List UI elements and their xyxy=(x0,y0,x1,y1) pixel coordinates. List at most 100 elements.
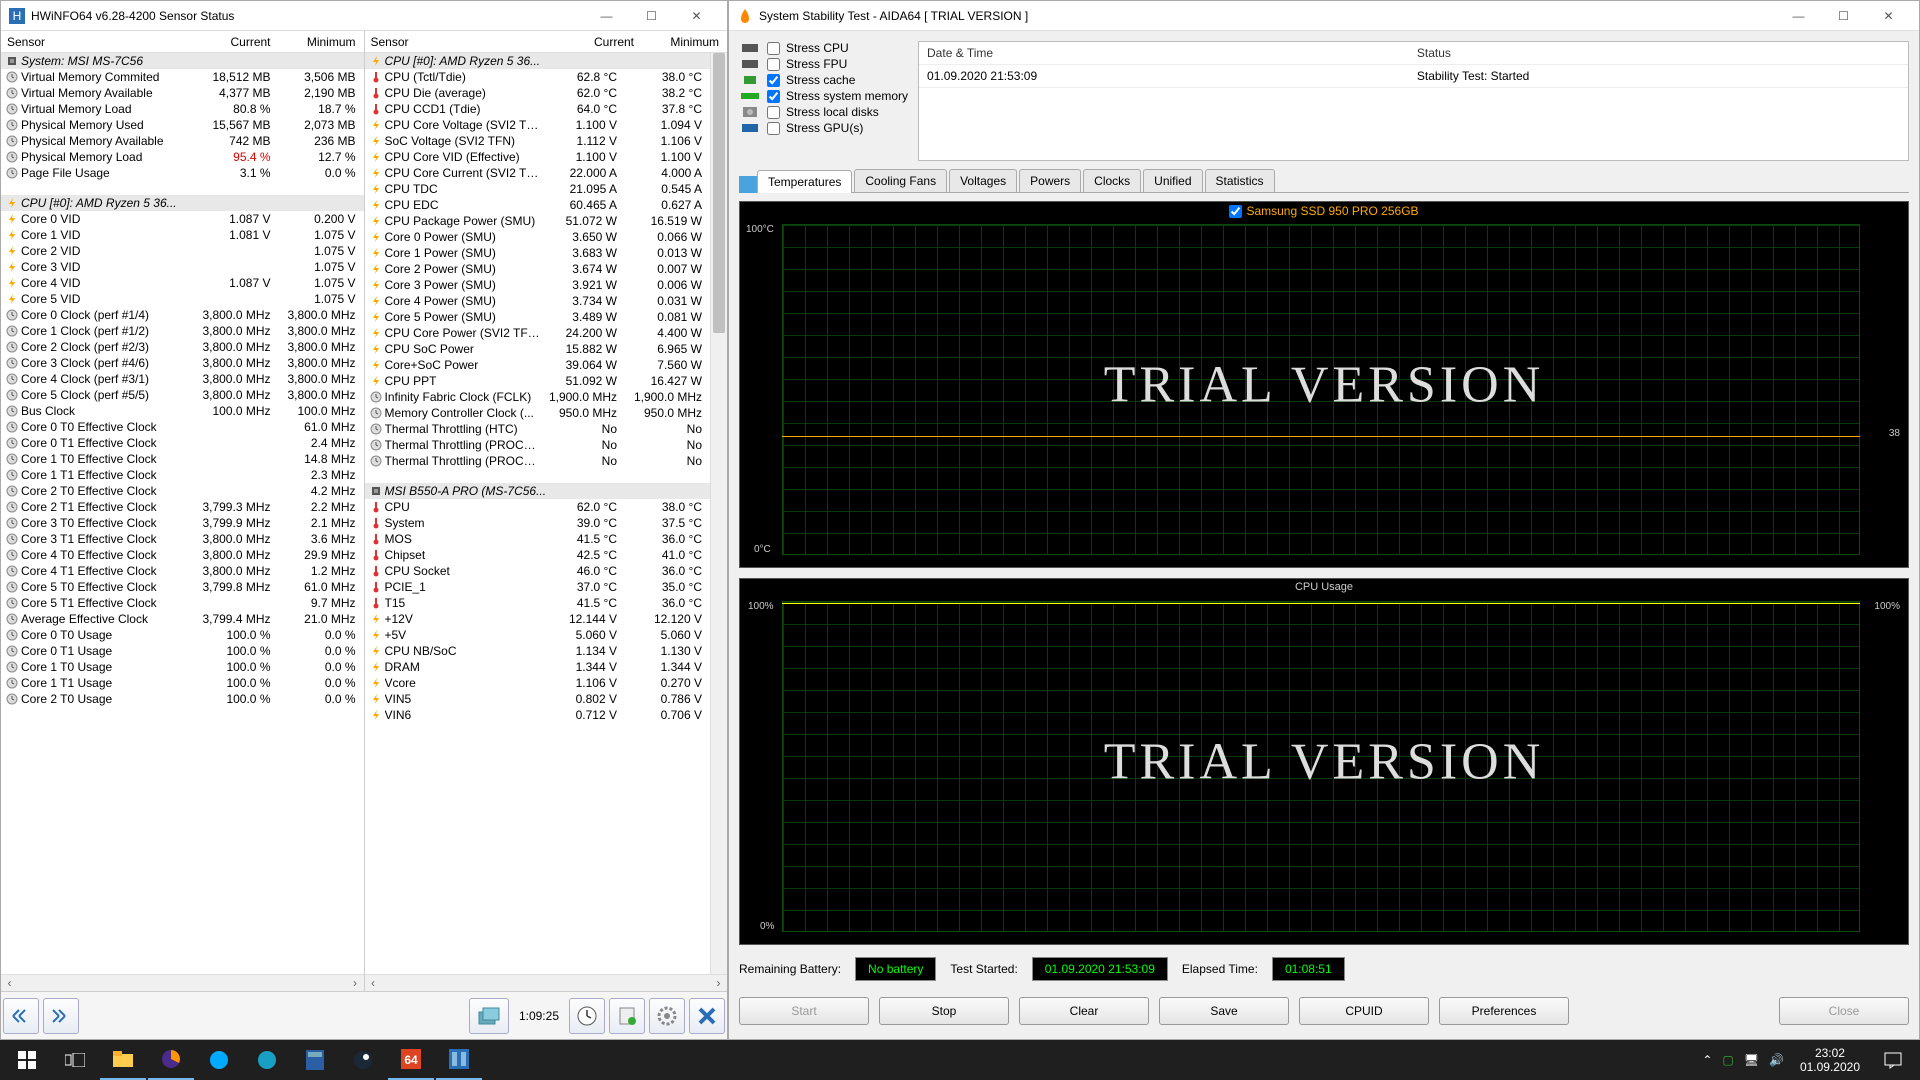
vscroll[interactable] xyxy=(710,53,727,974)
save-button[interactable]: Save xyxy=(1159,997,1289,1025)
sensor-row[interactable]: Core 4 Power (SMU)3.734 W0.031 W xyxy=(365,293,711,309)
sensor-row[interactable]: DRAM1.344 V1.344 V xyxy=(365,659,711,675)
save-button[interactable] xyxy=(609,998,645,1034)
log-button[interactable] xyxy=(469,998,509,1034)
sensor-row[interactable]: CPU Core Current (SVI2 TF...22.000 A4.00… xyxy=(365,165,711,181)
stress-checkbox[interactable] xyxy=(767,90,780,103)
sensor-row[interactable]: Virtual Memory Commited18,512 MB3,506 MB xyxy=(1,69,364,85)
sensor-row[interactable]: Core 1 T1 Usage100.0 %0.0 % xyxy=(1,675,364,691)
sensor-row[interactable]: Thermal Throttling (PROCH...NoNo xyxy=(365,437,711,453)
tray-onedrive-icon[interactable]: ▢ xyxy=(1722,1053,1733,1067)
sensor-row[interactable]: CPU NB/SoC1.134 V1.130 V xyxy=(365,643,711,659)
taskbar-clock[interactable]: 23:02 01.09.2020 xyxy=(1792,1046,1868,1075)
hscroll[interactable]: ‹› xyxy=(1,974,364,991)
sensor-row[interactable]: Thermal Throttling (HTC)NoNo xyxy=(365,421,711,437)
sensor-row[interactable]: Core 4 T1 Effective Clock3,800.0 MHz1.2 … xyxy=(1,563,364,579)
series-checkbox[interactable] xyxy=(1229,205,1242,218)
sensor-row[interactable]: Core 1 T1 Effective Clock2.3 MHz xyxy=(1,467,364,483)
tab-clocks[interactable]: Clocks xyxy=(1083,169,1141,192)
hwinfo-taskbar-icon[interactable] xyxy=(436,1040,482,1080)
firefox-icon[interactable] xyxy=(148,1040,194,1080)
tab-voltages[interactable]: Voltages xyxy=(949,169,1017,192)
skype-icon[interactable] xyxy=(196,1040,242,1080)
sensor-row[interactable]: VIN50.802 V0.786 V xyxy=(365,691,711,707)
maximize-button[interactable]: ☐ xyxy=(629,1,674,31)
tab-temperatures[interactable]: Temperatures xyxy=(757,170,852,193)
sensor-row[interactable]: Core 3 Power (SMU)3.921 W0.006 W xyxy=(365,277,711,293)
sensor-group[interactable]: CPU [#0]: AMD Ryzen 5 36... xyxy=(365,53,711,69)
sensor-row[interactable]: +12V12.144 V12.120 V xyxy=(365,611,711,627)
stress-checkbox[interactable] xyxy=(767,74,780,87)
sensor-row[interactable]: Memory Controller Clock (...950.0 MHz950… xyxy=(365,405,711,421)
sensor-row[interactable]: Virtual Memory Load80.8 %18.7 % xyxy=(1,101,364,117)
tab-powers[interactable]: Powers xyxy=(1019,169,1081,192)
sensor-row[interactable]: Core 0 Power (SMU)3.650 W0.066 W xyxy=(365,229,711,245)
sensor-row[interactable]: Core 1 T0 Effective Clock14.8 MHz xyxy=(1,451,364,467)
sensor-group[interactable]: CPU [#0]: AMD Ryzen 5 36... xyxy=(1,195,364,211)
sensor-row[interactable]: Core 4 T0 Effective Clock3,800.0 MHz29.9… xyxy=(1,547,364,563)
sensor-row[interactable]: CPU Core Voltage (SVI2 TF...1.100 V1.094… xyxy=(365,117,711,133)
close-dlg-button[interactable]: Close xyxy=(1779,997,1909,1025)
sensor-group[interactable]: MSI B550-A PRO (MS-7C56... xyxy=(365,483,711,499)
tray-volume-icon[interactable]: 🔊 xyxy=(1769,1053,1784,1067)
start-button[interactable] xyxy=(4,1040,50,1080)
preferences-button[interactable]: Preferences xyxy=(1439,997,1569,1025)
sensor-row[interactable]: Average Effective Clock3,799.4 MHz21.0 M… xyxy=(1,611,364,627)
stress-checkbox[interactable] xyxy=(767,42,780,55)
sensor-row[interactable]: VIN60.712 V0.706 V xyxy=(365,707,711,723)
close-button[interactable]: ✕ xyxy=(674,1,719,31)
sensor-row[interactable]: Core 5 Power (SMU)3.489 W0.081 W xyxy=(365,309,711,325)
sensor-row[interactable]: Core 5 T0 Effective Clock3,799.8 MHz61.0… xyxy=(1,579,364,595)
sensor-row[interactable]: Virtual Memory Available4,377 MB2,190 MB xyxy=(1,85,364,101)
sensor-header[interactable]: Sensor Current Minimum xyxy=(365,31,728,53)
aida64-icon[interactable]: 64 xyxy=(388,1040,434,1080)
sensor-row[interactable]: CPU EDC60.465 A0.627 A xyxy=(365,197,711,213)
sensor-row[interactable]: Bus Clock100.0 MHz100.0 MHz xyxy=(1,403,364,419)
stress-checkbox[interactable] xyxy=(767,58,780,71)
chart-legend[interactable]: Samsung SSD 950 PRO 256GB xyxy=(740,202,1908,220)
sensor-row[interactable]: Page File Usage3.1 %0.0 % xyxy=(1,165,364,181)
sensor-group[interactable]: System: MSI MS-7C56 xyxy=(1,53,364,69)
sensor-row[interactable]: Thermal Throttling (PROCH...NoNo xyxy=(365,453,711,469)
sensor-row[interactable]: Core 0 Clock (perf #1/4)3,800.0 MHz3,800… xyxy=(1,307,364,323)
sensor-row[interactable]: Core 3 Clock (perf #4/6)3,800.0 MHz3,800… xyxy=(1,355,364,371)
sensor-row[interactable]: Core 0 VID1.087 V0.200 V xyxy=(1,211,364,227)
sensor-row[interactable]: Core 5 T1 Effective Clock9.7 MHz xyxy=(1,595,364,611)
sensor-row[interactable]: Core 2 VID1.075 V xyxy=(1,243,364,259)
sensor-row[interactable]: Core 1 Clock (perf #1/2)3,800.0 MHz3,800… xyxy=(1,323,364,339)
sensor-rows[interactable]: CPU [#0]: AMD Ryzen 5 36...CPU (Tctl/Tdi… xyxy=(365,53,711,974)
sensor-row[interactable]: Physical Memory Used15,567 MB2,073 MB xyxy=(1,117,364,133)
sensor-row[interactable]: Core 2 T0 Effective Clock4.2 MHz xyxy=(1,483,364,499)
calculator-icon[interactable] xyxy=(292,1040,338,1080)
hscroll[interactable]: ‹› xyxy=(365,974,728,991)
taskview-button[interactable] xyxy=(52,1040,98,1080)
tab-cooling-fans[interactable]: Cooling Fans xyxy=(854,169,947,192)
sensor-row[interactable]: MOS41.5 °C36.0 °C xyxy=(365,531,711,547)
maximize-button[interactable]: ☐ xyxy=(1821,1,1866,31)
sensor-row[interactable]: Core 1 VID1.081 V1.075 V xyxy=(1,227,364,243)
sensor-row[interactable]: Chipset42.5 °C41.0 °C xyxy=(365,547,711,563)
sensor-header[interactable]: Sensor Current Minimum xyxy=(1,31,364,53)
steam-icon[interactable] xyxy=(340,1040,386,1080)
start-button[interactable]: Start xyxy=(739,997,869,1025)
collapse-button[interactable] xyxy=(43,998,79,1034)
sensor-row[interactable]: Core 5 VID1.075 V xyxy=(1,291,364,307)
sensor-row[interactable]: Core 2 T1 Effective Clock3,799.3 MHz2.2 … xyxy=(1,499,364,515)
stop-button[interactable]: Stop xyxy=(879,997,1009,1025)
stress-checkbox[interactable] xyxy=(767,106,780,119)
sensor-row[interactable]: Core 5 Clock (perf #5/5)3,800.0 MHz3,800… xyxy=(1,387,364,403)
close-button[interactable]: ✕ xyxy=(1866,1,1911,31)
sensor-row[interactable]: Core 0 T1 Effective Clock2.4 MHz xyxy=(1,435,364,451)
sensor-row[interactable]: Core 4 Clock (perf #3/1)3,800.0 MHz3,800… xyxy=(1,371,364,387)
sensor-row[interactable]: PCIE_137.0 °C35.0 °C xyxy=(365,579,711,595)
systray[interactable]: ⌃ ▢ 🖥 🔊 xyxy=(1696,1053,1790,1067)
sensor-row[interactable]: CPU CCD1 (Tdie)64.0 °C37.8 °C xyxy=(365,101,711,117)
explorer-icon[interactable] xyxy=(100,1040,146,1080)
sensor-row[interactable]: System39.0 °C37.5 °C xyxy=(365,515,711,531)
sensor-row[interactable]: CPU (Tctl/Tdie)62.8 °C38.0 °C xyxy=(365,69,711,85)
app-icon[interactable] xyxy=(244,1040,290,1080)
tray-network-icon[interactable]: 🖥 xyxy=(1744,1053,1759,1067)
sensor-row[interactable]: CPU Core Power (SVI2 TFN)24.200 W4.400 W xyxy=(365,325,711,341)
sensor-row[interactable]: CPU PPT51.092 W16.427 W xyxy=(365,373,711,389)
action-center-icon[interactable] xyxy=(1870,1040,1916,1080)
